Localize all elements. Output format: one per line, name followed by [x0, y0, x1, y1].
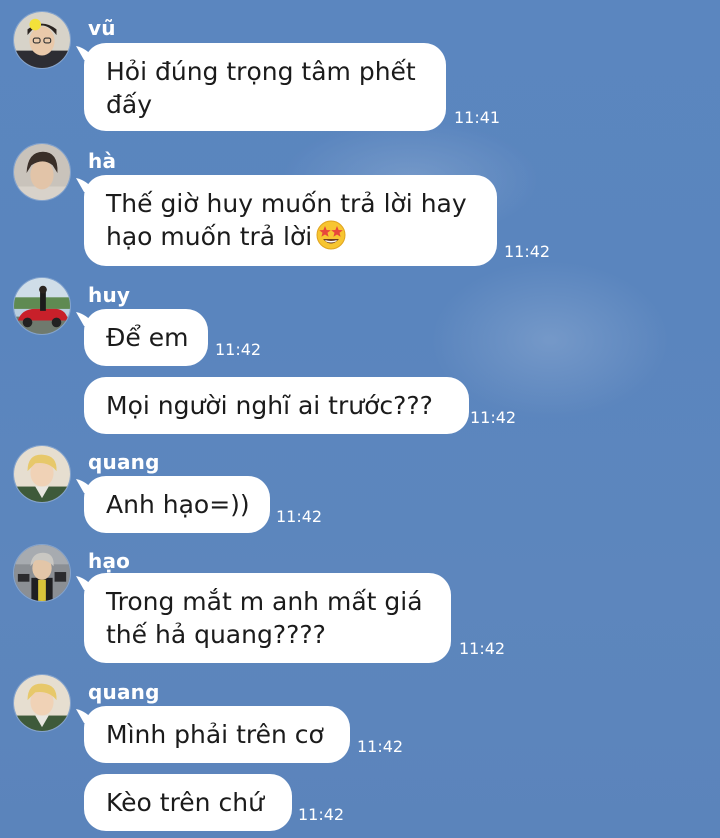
- message-bubble[interactable]: Anh hạo=)): [84, 476, 270, 533]
- star-struck-emoji-icon: [316, 220, 346, 250]
- message-time: 11:42: [276, 507, 323, 526]
- avatar-quang[interactable]: [13, 674, 71, 732]
- message-time: 11:42: [298, 805, 345, 824]
- message-text: Mọi người nghĩ ai trước???: [106, 391, 433, 420]
- message-text: Anh hạo=)): [106, 490, 250, 519]
- message-text: Trong mắt m anh mất giá: [106, 587, 423, 616]
- message-time: 11:42: [215, 340, 262, 359]
- message-bubble[interactable]: Kèo trên chứ: [84, 774, 292, 831]
- sender-name: hạo: [88, 549, 131, 573]
- message-text: Hỏi đúng trọng tâm phết: [106, 57, 416, 86]
- avatar-quang[interactable]: [13, 445, 71, 503]
- sender-name: hà: [88, 149, 117, 173]
- message-time: 11:42: [470, 408, 517, 427]
- message-time: 11:41: [454, 108, 501, 127]
- avatar-ha[interactable]: [13, 143, 71, 201]
- sender-name: quang: [88, 680, 160, 704]
- message-bubble[interactable]: Trong mắt m anh mất giá thế hả quang????: [84, 573, 451, 663]
- sender-name: quang: [88, 450, 160, 474]
- message-bubble[interactable]: Để em: [84, 309, 208, 366]
- sender-name: vũ: [88, 16, 116, 40]
- message-text: đấy: [106, 90, 152, 119]
- message-time: 11:42: [357, 737, 404, 756]
- message-text: Mình phải trên cơ: [106, 720, 324, 749]
- message-bubble[interactable]: Mình phải trên cơ: [84, 706, 350, 763]
- avatar-vu[interactable]: [13, 11, 71, 69]
- message-bubble[interactable]: Hỏi đúng trọng tâm phết đấy: [84, 43, 446, 131]
- sender-name: huy: [88, 283, 131, 307]
- message-text: Thế giờ huy muốn trả lời hay: [106, 189, 467, 218]
- message-time: 11:42: [504, 242, 551, 261]
- message-time: 11:42: [459, 639, 506, 658]
- message-bubble[interactable]: Mọi người nghĩ ai trước???: [84, 377, 469, 434]
- message-text: thế hả quang????: [106, 620, 326, 649]
- message-text: Kèo trên chứ: [106, 788, 264, 817]
- message-text: Để em: [106, 323, 189, 352]
- message-text: hạo muốn trả lời: [106, 222, 313, 251]
- avatar-hao[interactable]: [13, 544, 71, 602]
- message-bubble[interactable]: Thế giờ huy muốn trả lời hay hạo muốn tr…: [84, 175, 497, 266]
- avatar-huy[interactable]: [13, 277, 71, 335]
